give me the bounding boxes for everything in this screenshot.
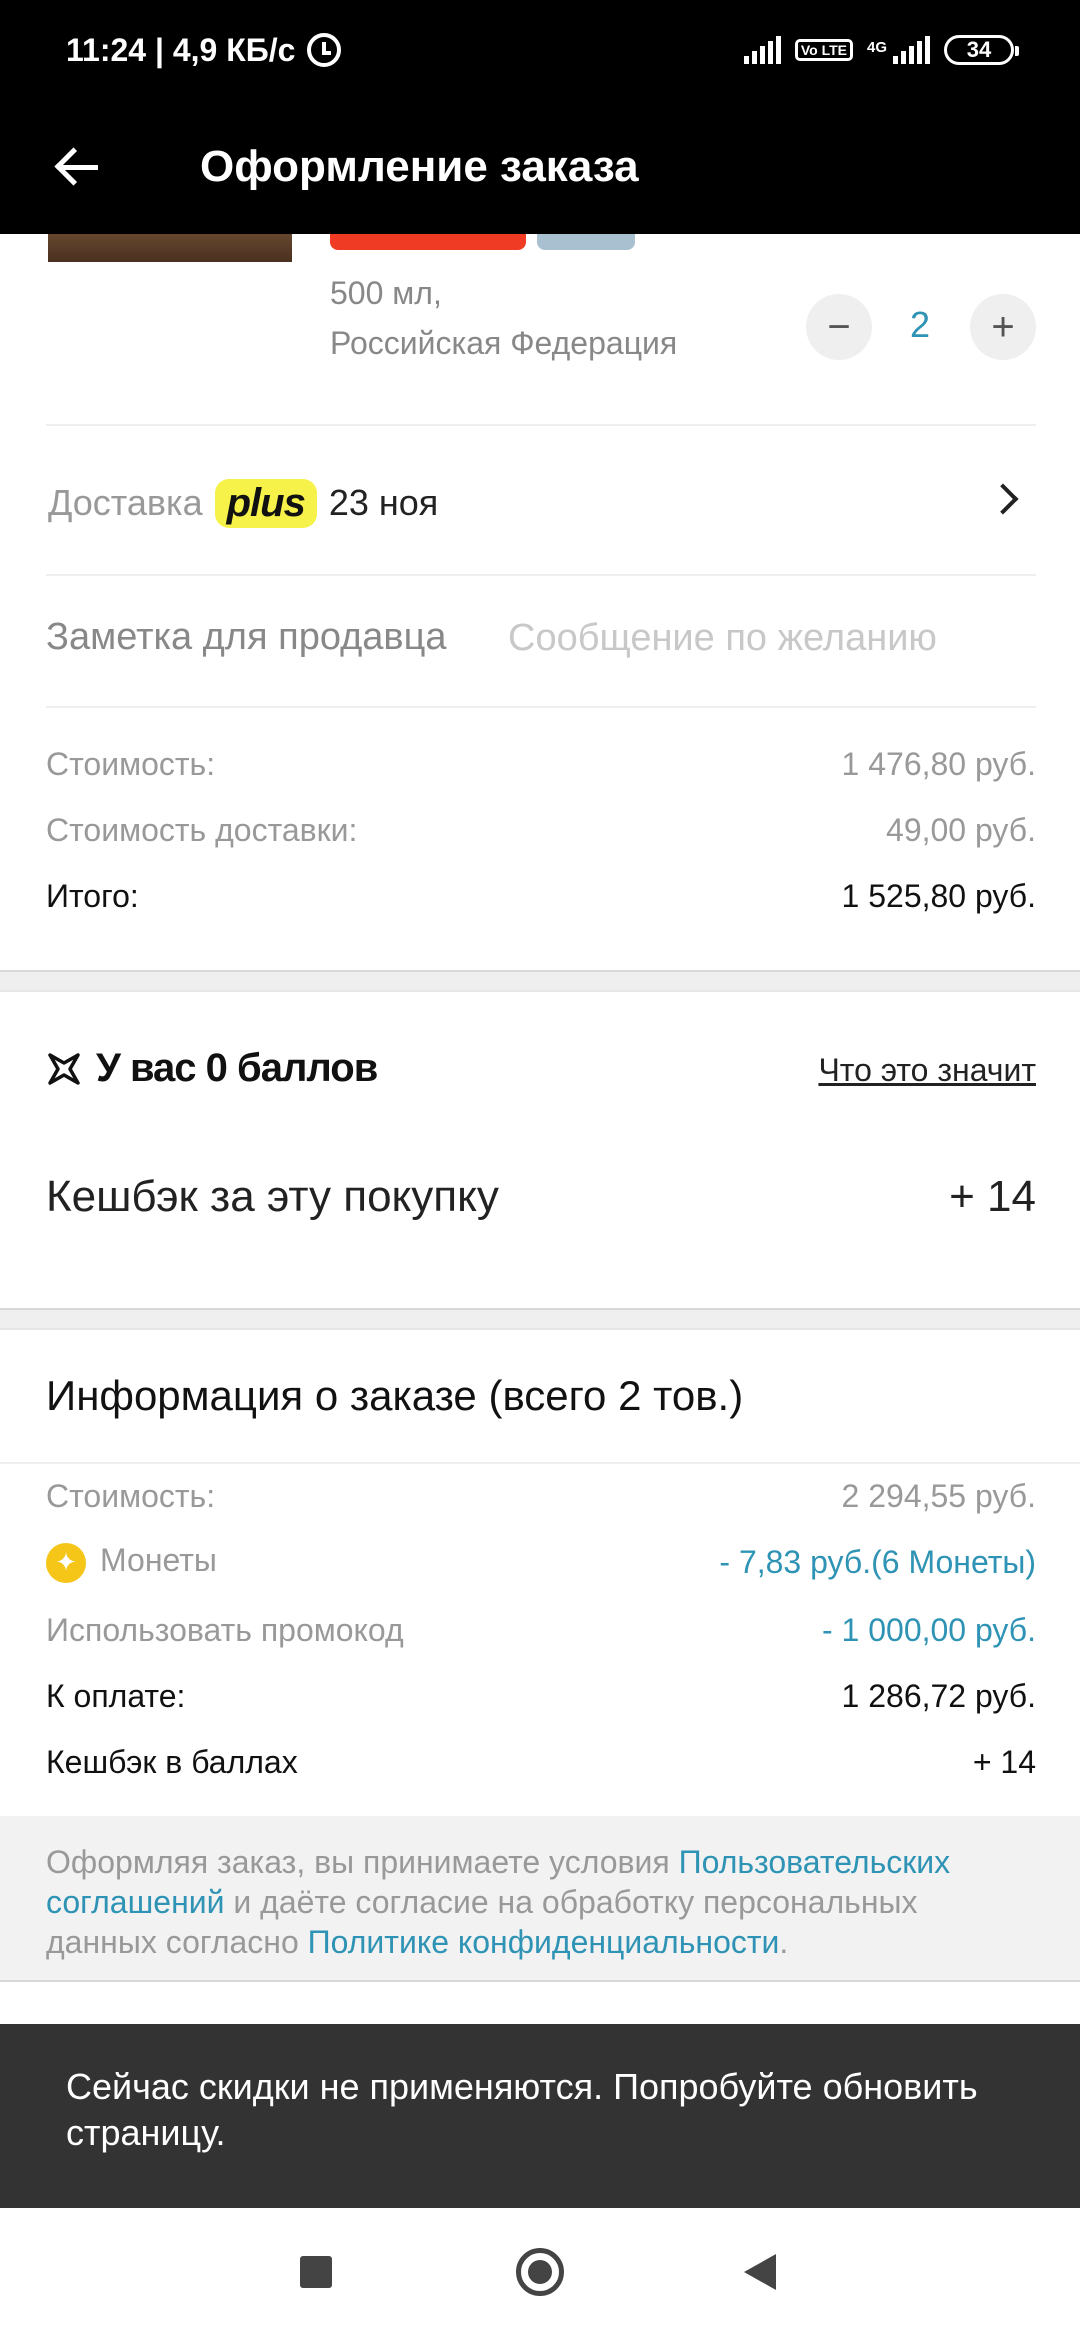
order-cost-value: 2 294,55 руб. [841,1478,1036,1514]
quantity-value: 2 [909,304,931,345]
nav-back-icon[interactable] [744,2254,776,2290]
coins-row[interactable]: ✦ Монеты - 7,83 руб.(6 Монеты) [46,1542,1036,1583]
app-header: Оформление заказа [0,100,1080,234]
pay-row: К оплате: 1 286,72 руб. [46,1678,1036,1715]
cashback-value: + 14 [949,1172,1036,1221]
promo-value: - 1 000,00 руб. [821,1612,1036,1648]
product-info: 500 мл, Российская Федерация [330,268,677,368]
cost-label: Стоимость: [46,746,216,782]
order-cost-row: Стоимость: 2 294,55 руб. [46,1478,1036,1515]
product-volume: 500 мл, [330,275,442,311]
cost-row: Стоимость: 1 476,80 руб. [46,746,1036,783]
order-cost-label: Стоимость: [46,1478,216,1514]
shipping-row: Стоимость доставки: 49,00 руб. [46,812,1036,849]
page-title: Оформление заказа [200,142,639,191]
divider [46,424,1036,426]
divider [46,706,1036,708]
points-title: У вас 0 баллов [46,1046,378,1091]
status-bar: 11:24 | 4,9 КБ/с Vo LTE 4G 34 [0,0,1080,100]
cashback-points-row: Кешбэк в баллах + 14 [46,1744,1036,1781]
delivery-row[interactable]: Доставка plus 23 ноя [48,470,1038,536]
shipping-label: Стоимость доставки: [46,812,358,848]
total-row: Итого: 1 525,80 руб. [46,878,1036,915]
signal-icon [743,36,781,64]
coins-value: - 7,83 руб.(6 Монеты) [719,1543,1036,1580]
cashback-points-value: + 14 [972,1744,1036,1780]
divider [0,1462,1080,1464]
pay-value: 1 286,72 руб. [841,1678,1036,1714]
delivery-date: 23 ноя [328,482,439,523]
cashback-row: Кешбэк за эту покупку + 14 [46,1172,1036,1222]
alarm-icon [307,33,342,67]
quantity-decrease-button[interactable]: − [806,294,872,360]
coins-label: Монеты [100,1542,217,1578]
terms-part3: . [779,1924,789,1960]
signal-icon-2 [893,36,930,64]
chevron-right-icon [987,483,1019,515]
divider [46,574,1036,576]
system-nav-bar [0,2208,1080,2340]
delivery-label: Доставка [48,482,203,523]
seller-note-input[interactable] [508,610,1028,666]
plus-badge: plus [214,478,317,528]
quantity-increase-button[interactable]: + [970,294,1036,360]
product-origin: Российская Федерация [330,325,678,361]
points-title-text: У вас 0 баллов [96,1046,378,1090]
nav-home-icon[interactable] [516,2248,564,2296]
section-separator [0,970,1080,992]
coin-icon: ✦ [46,1542,86,1583]
points-info-link[interactable]: Что это значит [818,1052,1036,1089]
toast-message: Сейчас скидки не применяются. Попробуйте… [0,2024,1080,2208]
pay-label: К оплате: [46,1678,186,1714]
cashback-label: Кешбэк за эту покупку [46,1172,499,1221]
status-time: 11:24 | 4,9 КБ/с [66,31,296,68]
points-star-icon [48,1052,80,1085]
nav-recents-icon[interactable] [300,2256,332,2288]
promo-label: Использовать промокод [46,1612,404,1648]
seller-note-label: Заметка для продавца [46,616,447,658]
volte-badge: Vo LTE [794,39,853,61]
privacy-policy-link[interactable]: Политике конфиденциальности [308,1924,780,1960]
battery-level: 34 [966,37,992,62]
cashback-points-label: Кешбэк в баллах [46,1744,298,1780]
shipping-value: 49,00 руб. [886,812,1036,848]
terms-part1: Оформляя заказ, вы принимаете условия [46,1844,679,1880]
coins-label-wrap: ✦ Монеты [46,1542,217,1583]
order-info-title: Информация о заказе (всего 2 тов.) [46,1372,744,1419]
network-type: 4G [866,39,887,56]
total-value: 1 525,80 руб. [841,878,1036,914]
back-arrow-icon[interactable] [52,142,102,192]
battery-icon: 34 [944,35,1019,65]
terms-text: Оформляя заказ, вы принимаете условия По… [0,1816,1080,1982]
total-label: Итого: [46,878,139,914]
promo-row[interactable]: Использовать промокод - 1 000,00 руб. [46,1612,1036,1649]
cost-value: 1 476,80 руб. [841,746,1036,782]
section-separator [0,1308,1080,1330]
